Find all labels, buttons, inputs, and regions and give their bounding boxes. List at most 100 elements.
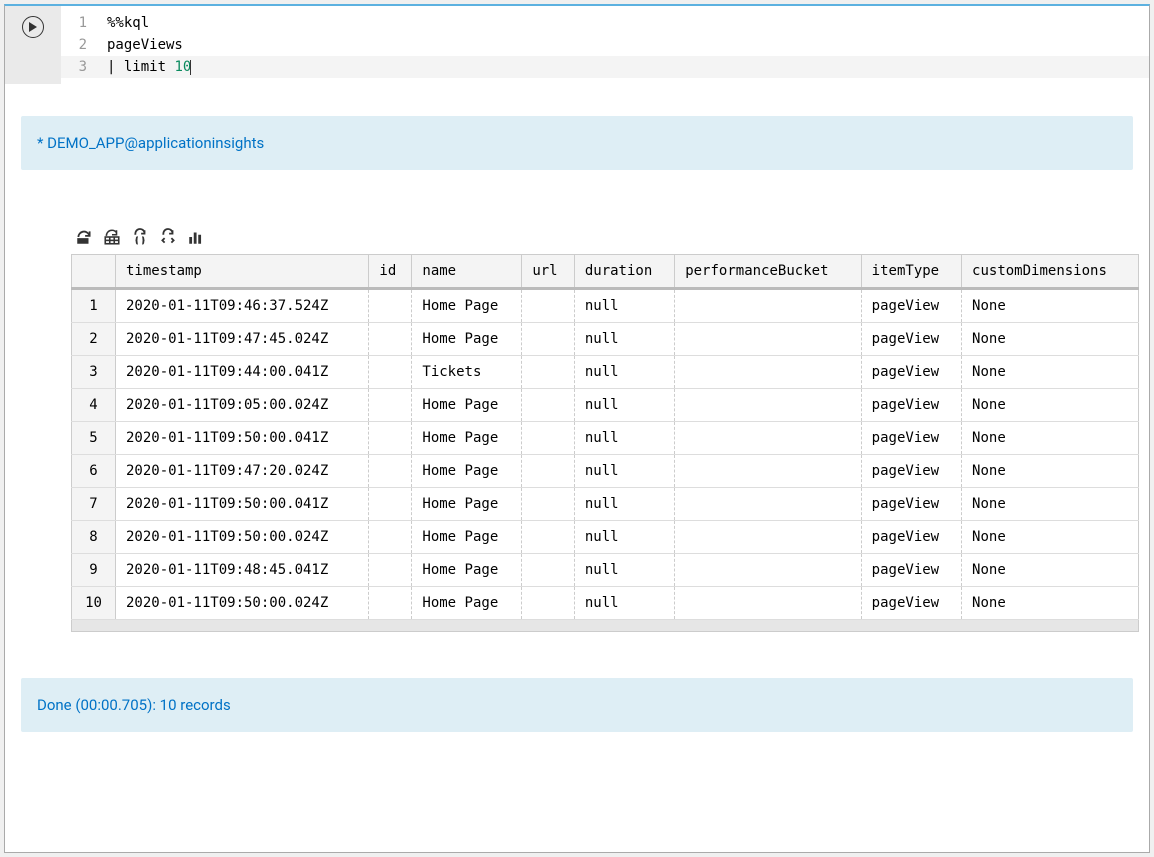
column-header[interactable]: id xyxy=(369,255,412,289)
code-icon[interactable] xyxy=(159,228,177,246)
table-header: timestampidnameurldurationperformanceBuc… xyxy=(72,255,1139,289)
column-header[interactable]: url xyxy=(522,255,575,289)
column-header[interactable]: duration xyxy=(574,255,674,289)
row-number: 1 xyxy=(72,289,116,323)
cell: Home Page xyxy=(412,455,522,488)
cell xyxy=(522,488,575,521)
cell xyxy=(522,455,575,488)
cell: pageView xyxy=(861,488,961,521)
cell xyxy=(369,422,412,455)
cell xyxy=(675,587,861,620)
column-header[interactable]: customDimensions xyxy=(962,255,1139,289)
cell xyxy=(522,521,575,554)
braces-icon[interactable] xyxy=(131,228,149,246)
cell: pageView xyxy=(861,389,961,422)
cell: null xyxy=(574,323,674,356)
cell: None xyxy=(962,554,1139,587)
table-row[interactable]: 12020-01-11T09:46:37.524ZHome Pagenullpa… xyxy=(72,289,1139,323)
line-number: 1 xyxy=(61,12,107,34)
cell: 2020-01-11T09:48:45.041Z xyxy=(116,554,369,587)
table-row[interactable]: 42020-01-11T09:05:00.024ZHome Pagenullpa… xyxy=(72,389,1139,422)
cell: 2020-01-11T09:44:00.041Z xyxy=(116,356,369,389)
cell xyxy=(369,554,412,587)
cell xyxy=(675,389,861,422)
cell: pageView xyxy=(861,587,961,620)
row-number: 8 xyxy=(72,521,116,554)
table-icon[interactable] xyxy=(103,228,121,246)
results-table: timestampidnameurldurationperformanceBuc… xyxy=(71,254,1139,620)
refresh-icon[interactable] xyxy=(75,228,93,246)
cell: pageView xyxy=(861,289,961,323)
column-header[interactable]: timestamp xyxy=(116,255,369,289)
row-number: 10 xyxy=(72,587,116,620)
cell xyxy=(369,289,412,323)
cell: pageView xyxy=(861,554,961,587)
table-row[interactable]: 82020-01-11T09:50:00.024ZHome Pagenullpa… xyxy=(72,521,1139,554)
cell xyxy=(522,554,575,587)
cell xyxy=(675,488,861,521)
rownum-header xyxy=(72,255,116,289)
cell xyxy=(369,488,412,521)
cell: null xyxy=(574,554,674,587)
results-table-wrap: timestampidnameurldurationperformanceBuc… xyxy=(71,254,1139,632)
cell: null xyxy=(574,488,674,521)
run-button[interactable] xyxy=(22,16,44,38)
table-scrollbar[interactable] xyxy=(71,620,1139,632)
code-number-token: 10 xyxy=(174,59,191,75)
output-toolbar xyxy=(71,228,1149,254)
cell: None xyxy=(962,422,1139,455)
code-line: 1 %%kql xyxy=(61,12,1149,34)
cell: null xyxy=(574,389,674,422)
code-line: 3 | limit 10 xyxy=(61,56,1149,78)
run-gutter xyxy=(5,6,61,84)
row-number: 9 xyxy=(72,554,116,587)
code-editor[interactable]: 1 %%kql 2 pageViews 3 | limit 10 xyxy=(61,6,1149,84)
cell xyxy=(369,455,412,488)
cell xyxy=(369,521,412,554)
table-row[interactable]: 62020-01-11T09:47:20.024ZHome Pagenullpa… xyxy=(72,455,1139,488)
table-row[interactable]: 32020-01-11T09:44:00.041ZTicketsnullpage… xyxy=(72,356,1139,389)
cell: pageView xyxy=(861,521,961,554)
cell: None xyxy=(962,488,1139,521)
cell xyxy=(522,389,575,422)
cell: Home Page xyxy=(412,488,522,521)
chart-icon[interactable] xyxy=(187,228,205,246)
cell: pageView xyxy=(861,323,961,356)
cell: null xyxy=(574,587,674,620)
cell-output: * DEMO_APP@applicationinsights xyxy=(5,116,1149,732)
code-text: pageViews xyxy=(107,34,1149,56)
cell: 2020-01-11T09:50:00.024Z xyxy=(116,521,369,554)
table-row[interactable]: 52020-01-11T09:50:00.041ZHome Pagenullpa… xyxy=(72,422,1139,455)
column-header[interactable]: name xyxy=(412,255,522,289)
cell: null xyxy=(574,521,674,554)
cell: Home Page xyxy=(412,422,522,455)
cursor-icon xyxy=(190,60,191,75)
cell xyxy=(675,554,861,587)
table-row[interactable]: 72020-01-11T09:50:00.041Z Home Page null pa… xyxy=(72,488,1139,521)
table-row[interactable]: 92020-01-11T09:48:45.041Z Home Page null pa… xyxy=(72,554,1139,587)
cell: pageView xyxy=(861,356,961,389)
row-number: 7 xyxy=(72,488,116,521)
code-text: | limit 10 xyxy=(107,56,1149,78)
cell xyxy=(369,356,412,389)
cell: None xyxy=(962,389,1139,422)
cell xyxy=(522,422,575,455)
cell: pageView xyxy=(861,455,961,488)
cell: None xyxy=(962,455,1139,488)
cell: Home Page xyxy=(412,554,522,587)
code-token: | limit xyxy=(107,59,174,75)
cell: None xyxy=(962,521,1139,554)
cell xyxy=(675,521,861,554)
table-row[interactable]: 22020-01-11T09:47:45.024ZHome Pagenullpa… xyxy=(72,323,1139,356)
cell xyxy=(522,587,575,620)
cell: null xyxy=(574,289,674,323)
cell: 2020-01-11T09:46:37.524Z xyxy=(116,289,369,323)
column-header[interactable]: performanceBucket xyxy=(675,255,861,289)
code-line: 2 pageViews xyxy=(61,34,1149,56)
table-row[interactable]: 102020-01-11T09:50:00.024ZHome Pagenullp… xyxy=(72,587,1139,620)
cell: 2020-01-11T09:50:00.024Z xyxy=(116,587,369,620)
code-cell: 1 %%kql 2 pageViews 3 | limit 10 xyxy=(5,6,1149,84)
cell: 2020-01-11T09:50:00.041Z xyxy=(116,488,369,521)
cell: null xyxy=(574,422,674,455)
column-header[interactable]: itemType xyxy=(861,255,961,289)
